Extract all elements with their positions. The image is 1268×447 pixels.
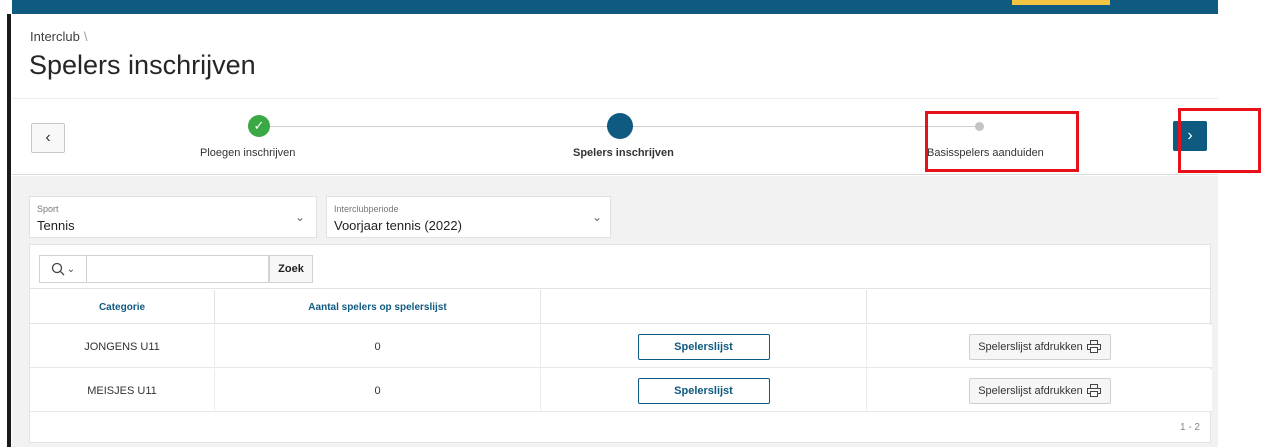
breadcrumb: Interclub \	[30, 29, 88, 44]
breadcrumb-item-interclub[interactable]: Interclub	[30, 29, 80, 44]
cell-spelerslijst: Spelerslijst	[541, 325, 867, 368]
interclubperiode-select[interactable]: Interclubperiode Voorjaar tennis (2022) …	[326, 196, 611, 238]
cell-aantal: 0	[215, 369, 541, 412]
print-button-label: Spelerslijst afdrukken	[978, 340, 1083, 353]
spelerslijst-afdrukken-button[interactable]: Spelerslijst afdrukken	[968, 377, 1111, 404]
chevron-left-icon: ‹	[45, 129, 51, 146]
column-header-categorie[interactable]: Categorie	[30, 290, 215, 324]
interclubperiode-select-label: Interclubperiode	[334, 204, 399, 214]
cell-afdrukken: Spelerslijst afdrukken	[867, 325, 1212, 368]
annotation-highlight-box	[1178, 108, 1261, 173]
main-content: Sport Tennis ⌄ Interclubperiode Voorjaar…	[12, 176, 1218, 447]
search-icon	[51, 262, 65, 276]
cell-aantal: 0	[215, 325, 541, 368]
chevron-down-icon: ⌄	[295, 210, 306, 224]
cell-spelerslijst: Spelerslijst	[541, 369, 867, 412]
spelerslijst-afdrukken-button[interactable]: Spelerslijst afdrukken	[968, 333, 1111, 360]
page-title: Spelers inschrijven	[29, 50, 256, 80]
previous-step-button[interactable]: ‹	[31, 123, 65, 153]
chevron-down-icon: ⌄	[66, 263, 76, 275]
step-complete-check-icon: ✓	[248, 115, 270, 137]
step-label-spelers-inschrijven: Spelers inschrijven	[573, 147, 674, 159]
search-input[interactable]	[87, 255, 269, 283]
table-header: Categorie Aantal spelers op spelerslijst	[30, 290, 1212, 324]
chevron-down-icon: ⌄	[592, 210, 603, 224]
printer-icon	[1086, 384, 1101, 397]
report-toolbar: ⌄ Zoek	[30, 245, 1212, 289]
breadcrumb-separator: \	[83, 29, 88, 44]
spelerslijst-button[interactable]: Spelerslijst	[637, 333, 770, 360]
column-header-aantal-spelers[interactable]: Aantal spelers op spelerslijst	[215, 290, 541, 324]
window-left-border	[7, 14, 11, 447]
step-label-ploegen-inschrijven: Ploegen inschrijven	[200, 147, 296, 159]
zoek-button[interactable]: Zoek	[269, 255, 313, 283]
sport-select-value: Tennis	[37, 218, 75, 233]
cell-afdrukken: Spelerslijst afdrukken	[867, 369, 1212, 412]
printer-icon	[1086, 340, 1101, 353]
sport-select[interactable]: Sport Tennis ⌄	[29, 196, 317, 238]
cell-categorie: MEISJES U11	[30, 369, 215, 412]
column-header-empty	[867, 290, 1212, 324]
step-current-indicator	[607, 113, 633, 139]
column-header-empty	[541, 290, 867, 324]
wizard-connector-line	[260, 126, 620, 127]
annotation-highlight-box	[925, 111, 1079, 172]
table-row: JONGENS U11 0 Spelerslijst Spelerslijst …	[30, 325, 1212, 368]
pagination-info: 1 - 2	[1179, 422, 1200, 433]
interclubperiode-select-value: Voorjaar tennis (2022)	[334, 218, 462, 233]
search-column-menu-button[interactable]: ⌄	[39, 255, 87, 283]
table-row: MEISJES U11 0 Spelerslijst Spelerslijst …	[30, 369, 1212, 412]
spelerslijst-button[interactable]: Spelerslijst	[637, 377, 770, 404]
print-button-label: Spelerslijst afdrukken	[978, 384, 1083, 397]
check-icon: ✓	[253, 118, 265, 133]
topbar-accent	[1012, 0, 1110, 5]
interactive-report: ⌄ Zoek Categorie Aantal spelers op spele…	[29, 244, 1212, 443]
sport-select-label: Sport	[37, 204, 59, 214]
top-navigation-bar	[12, 0, 1218, 14]
page-header: Interclub \ Spelers inschrijven	[12, 14, 1218, 99]
cell-categorie: JONGENS U11	[30, 325, 215, 368]
